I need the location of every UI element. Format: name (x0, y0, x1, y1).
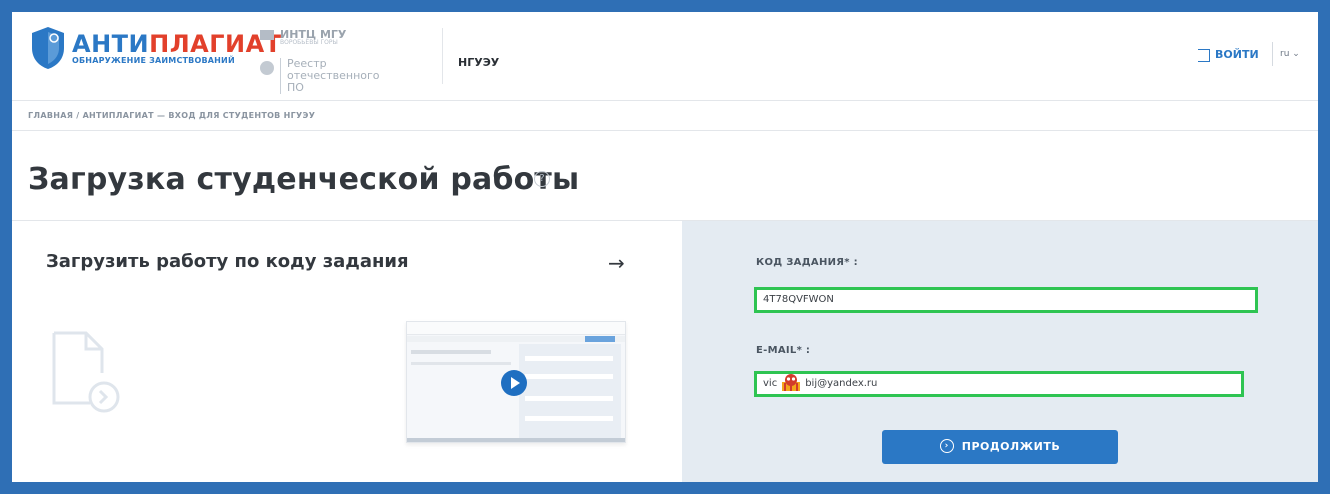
header: АНТИПЛАГИАТ ОБНАРУЖЕНИЕ ЗАИМСТВОВАНИЙ ИН… (12, 12, 1318, 101)
partner-intc-sub: ВОРОБЬЁВЫ ГОРЫ (280, 39, 338, 46)
lang-divider (1272, 42, 1273, 66)
sign-in-icon (1198, 48, 1210, 62)
preview-tabs (407, 336, 625, 342)
page-title: Загрузка студенческой работы (28, 162, 580, 197)
preview-field (525, 396, 613, 401)
organization-name: НГУЭУ (458, 56, 500, 69)
preview-field (525, 374, 613, 379)
preview-footer (407, 438, 625, 442)
divider (12, 130, 1318, 131)
video-preview[interactable] (406, 321, 626, 443)
language-value: ru (1280, 49, 1290, 59)
upload-form: КОД ЗАДАНИЯ* : 4T78QVFWON E-MAIL* : vic … (682, 221, 1318, 482)
arrow-right-icon[interactable]: → (608, 251, 625, 275)
upload-by-code-card[interactable]: Загрузить работу по коду задания → (12, 221, 682, 482)
header-divider (442, 28, 443, 84)
avatar (782, 374, 801, 391)
email-value-prefix: vic (763, 378, 778, 389)
emblem-icon (260, 61, 274, 75)
arrow-circle-right-icon: › (939, 439, 954, 453)
preview-line (411, 362, 511, 365)
shield-logo-icon (32, 27, 64, 69)
app-window: АНТИПЛАГИАТ ОБНАРУЖЕНИЕ ЗАИМСТВОВАНИЙ ИН… (12, 12, 1318, 482)
email-label: E-MAIL* : (756, 345, 811, 356)
email-input[interactable]: vic bij@yandex.ru (754, 371, 1244, 397)
chevron-down-icon: ⌄ (1292, 49, 1300, 59)
login-label: ВОЙТИ (1215, 48, 1259, 61)
continue-label: ПРОДОЛЖИТЬ (961, 440, 1061, 453)
card-title: Загрузить работу по коду задания (46, 251, 409, 272)
preview-tab-active (585, 336, 615, 342)
partner-intc-msu[interactable]: ИНТЦ МГУ ВОРОБЬЁВЫ ГОРЫ (260, 28, 346, 46)
help-icon[interactable]: ? (534, 171, 550, 187)
play-icon[interactable] (501, 370, 527, 396)
brand-name[interactable]: АНТИПЛАГИАТ (72, 30, 282, 58)
preview-field (525, 416, 613, 421)
partner-registry-label: Реестр отечественного ПО (280, 58, 397, 94)
brand-tagline: ОБНАРУЖЕНИЕ ЗАИМСТВОВАНИЙ (72, 56, 235, 65)
email-value-suffix: bij@yandex.ru (805, 378, 878, 389)
task-code-input[interactable]: 4T78QVFWON (754, 287, 1258, 313)
building-icon (260, 30, 274, 40)
breadcrumb[interactable]: ГЛАВНАЯ / АНТИПЛАГИАТ — ВХОД ДЛЯ СТУДЕНТ… (28, 111, 315, 120)
preview-form (519, 344, 621, 438)
preview-line (411, 350, 491, 354)
code-label: КОД ЗАДАНИЯ* : (756, 257, 858, 268)
preview-header (407, 322, 625, 335)
brand-name-part1: АНТИ (72, 30, 150, 58)
language-selector[interactable]: ru ⌄ (1280, 49, 1300, 59)
document-upload-icon (52, 331, 120, 413)
login-link[interactable]: ВОЙТИ (1198, 48, 1259, 62)
continue-button[interactable]: › ПРОДОЛЖИТЬ (882, 430, 1118, 464)
preview-field (525, 356, 613, 361)
